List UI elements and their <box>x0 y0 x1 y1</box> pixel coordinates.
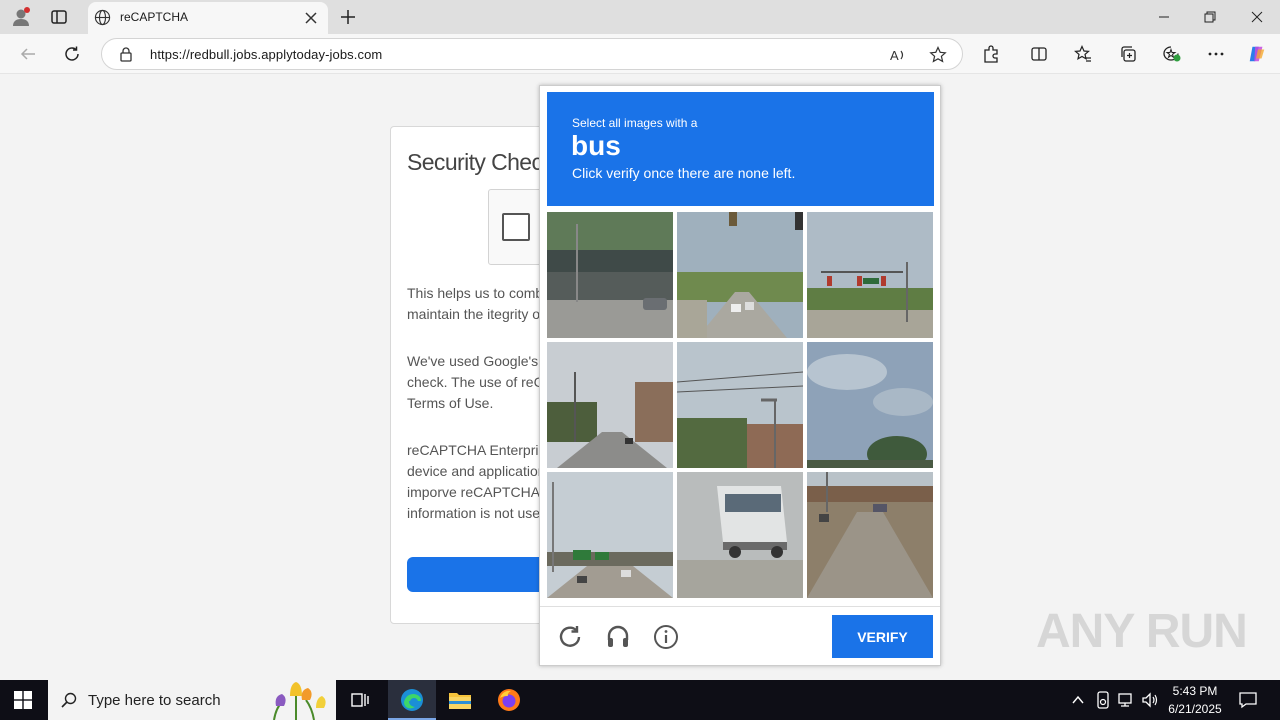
edge-icon <box>400 688 424 712</box>
copilot-icon[interactable] <box>1247 44 1267 64</box>
tab-recaptcha[interactable]: reCAPTCHA <box>88 2 328 34</box>
close-tab-icon[interactable] <box>304 11 318 25</box>
file-explorer-icon[interactable] <box>448 689 472 711</box>
edge-taskbar-button[interactable] <box>388 680 436 720</box>
challenge-hint: Click verify once there are none left. <box>572 165 796 181</box>
device-icon[interactable] <box>1095 691 1111 709</box>
profile-icon[interactable] <box>10 6 32 28</box>
windows-start-icon[interactable] <box>14 691 32 709</box>
favorites-icon[interactable] <box>1073 44 1093 64</box>
network-icon[interactable] <box>1117 691 1135 709</box>
back-icon[interactable] <box>18 44 38 64</box>
globe-icon <box>94 9 111 26</box>
info-icon[interactable] <box>651 622 681 652</box>
captcha-tile[interactable] <box>547 212 673 338</box>
show-hidden-icons[interactable] <box>1071 693 1085 707</box>
reload-icon[interactable] <box>555 622 585 652</box>
captcha-tile[interactable] <box>547 472 673 598</box>
tab-actions-icon[interactable] <box>50 8 68 26</box>
clock-time[interactable]: 5:43 PM <box>1164 684 1226 698</box>
captcha-tile[interactable] <box>807 212 933 338</box>
browser-toolbar: https://redbull.jobs.applytoday-jobs.com… <box>0 34 1280 74</box>
volume-icon[interactable] <box>1141 691 1159 709</box>
task-view-icon[interactable] <box>350 690 370 710</box>
captcha-tile[interactable] <box>677 342 803 468</box>
search-placeholder: Type here to search <box>88 692 221 709</box>
new-tab-icon[interactable] <box>340 9 356 25</box>
firefox-icon[interactable] <box>497 688 521 712</box>
browser-titlebar: reCAPTCHA <box>0 0 1280 34</box>
windows-taskbar: Type here to search 5:43 PM 6/21/2025 <box>0 680 1280 720</box>
captcha-challenge-popup: Select all images with a bus Click verif… <box>539 85 941 666</box>
url-text[interactable]: https://redbull.jobs.applytoday-jobs.com <box>150 47 382 62</box>
svg-text:A: A <box>890 48 899 63</box>
extensions-icon[interactable] <box>981 44 1001 64</box>
tab-title: reCAPTCHA <box>120 10 189 24</box>
recaptcha-checkbox[interactable] <box>502 213 530 241</box>
address-bar[interactable]: https://redbull.jobs.applytoday-jobs.com… <box>101 38 963 70</box>
restore-icon[interactable] <box>1187 0 1233 34</box>
page-title: Security Chec <box>407 149 543 175</box>
read-aloud-icon[interactable]: A <box>889 46 907 64</box>
captcha-tile[interactable] <box>677 472 803 598</box>
collections-icon[interactable] <box>1118 44 1138 64</box>
captcha-tile[interactable] <box>677 212 803 338</box>
challenge-instruction: Select all images with a <box>572 116 698 130</box>
browser-essentials-icon[interactable] <box>1162 44 1182 64</box>
notifications-icon[interactable] <box>1238 690 1258 710</box>
captcha-tile[interactable] <box>807 472 933 598</box>
close-window-icon[interactable] <box>1234 0 1280 34</box>
refresh-icon[interactable] <box>62 44 82 64</box>
tulips-decoration-icon <box>256 682 334 720</box>
taskbar-search[interactable]: Type here to search <box>48 680 336 720</box>
lock-icon[interactable] <box>118 46 134 62</box>
minimize-icon[interactable] <box>1141 0 1187 34</box>
split-screen-icon[interactable] <box>1029 44 1049 64</box>
footer-divider <box>540 606 940 607</box>
more-menu-icon[interactable] <box>1206 44 1226 64</box>
clock-date[interactable]: 6/21/2025 <box>1164 702 1226 716</box>
challenge-header: Select all images with a bus Click verif… <box>547 92 934 206</box>
favorite-star-icon[interactable] <box>929 46 947 64</box>
verify-button[interactable]: VERIFY <box>832 615 933 658</box>
captcha-tile[interactable] <box>807 342 933 468</box>
audio-challenge-icon[interactable] <box>603 622 633 652</box>
captcha-tile[interactable] <box>547 342 673 468</box>
challenge-target: bus <box>571 130 621 161</box>
search-icon <box>61 692 77 708</box>
anyrun-watermark: ANY RUN <box>1036 605 1248 658</box>
